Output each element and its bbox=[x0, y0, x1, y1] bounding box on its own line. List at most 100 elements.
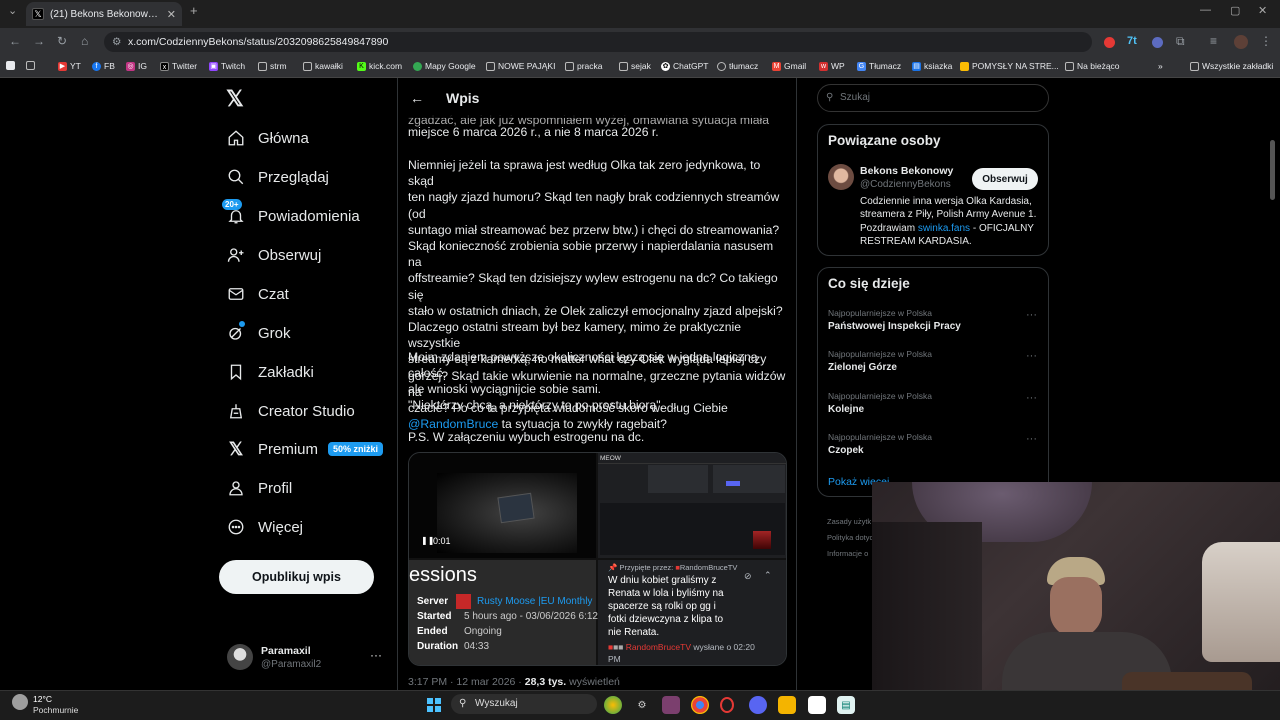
bookmark-gmail[interactable]: M Gmail bbox=[772, 61, 806, 71]
nav-home[interactable]: Główna bbox=[226, 123, 309, 153]
footer-info[interactable]: Informacje o bbox=[827, 546, 873, 562]
footer-links: Zasady użytk Polityka dotyc Informacje o bbox=[827, 514, 873, 562]
new-tab-icon[interactable]: + bbox=[190, 3, 198, 18]
bookmark-nowe-pajaki[interactable]: NOWE PAJĄKI bbox=[486, 61, 555, 71]
back-arrow-icon[interactable]: ← bbox=[410, 90, 424, 106]
url-field[interactable]: ⚙ x.com/CodziennyBekons/status/203209862… bbox=[104, 32, 1092, 52]
nav-home-label: Główna bbox=[258, 129, 309, 147]
opera-icon[interactable] bbox=[720, 697, 734, 713]
discord-screenshot[interactable]: MEOW bbox=[598, 453, 786, 558]
taskbar-search[interactable]: ⚲ Wyszukaj bbox=[451, 694, 597, 714]
bookmark-chatgpt[interactable]: ✿ ChatGPT bbox=[661, 61, 708, 71]
trend-more-icon[interactable]: ··· bbox=[1026, 433, 1037, 445]
bookmark-wp[interactable]: w WP bbox=[819, 61, 845, 71]
post-column: zgadzać, ale jak już wspomniałem wyżej, … bbox=[397, 78, 797, 690]
nav-more[interactable]: Więcej bbox=[226, 512, 303, 542]
bio-link[interactable]: swinka.fans bbox=[918, 223, 970, 234]
notepad-icon[interactable]: ▤ bbox=[837, 696, 855, 714]
chevron-up-icon[interactable]: ⌃ bbox=[764, 570, 772, 581]
reload-icon[interactable]: ↻ bbox=[57, 34, 67, 48]
bookmark-yt[interactable]: ▶ YT bbox=[58, 61, 81, 71]
minimize-icon[interactable]: — bbox=[1200, 4, 1211, 16]
trend-item[interactable]: Kolejne bbox=[828, 404, 864, 415]
profile-avatar-icon[interactable] bbox=[1234, 35, 1248, 49]
bookmark-maps[interactable]: Mapy Google bbox=[413, 61, 476, 71]
extensions-puzzle-icon[interactable]: ⧉ bbox=[1176, 34, 1185, 49]
nav-bookmarks[interactable]: Zakładki bbox=[226, 357, 314, 387]
trend-more-icon[interactable]: ··· bbox=[1026, 309, 1037, 321]
nav-grok[interactable]: Grok bbox=[226, 318, 291, 348]
video-player[interactable]: ❚❚ 0:01 bbox=[409, 453, 596, 558]
sessions-screenshot[interactable]: essions Server Rusty Moose |EU Monthly St… bbox=[409, 560, 598, 665]
more-dots-icon[interactable]: ··· bbox=[370, 648, 382, 662]
bookmark-tlumacz[interactable]: tłumacz bbox=[717, 61, 758, 71]
nav-premium[interactable]: 𝕏 Premium 50% zniżki bbox=[226, 434, 384, 464]
windows-start-icon[interactable] bbox=[425, 696, 443, 714]
bookmark-strm[interactable]: strm bbox=[258, 61, 287, 71]
all-bookmarks[interactable]: Wszystkie zakładki bbox=[1190, 61, 1273, 71]
bookmark-sejak[interactable]: sejak bbox=[619, 61, 651, 71]
trend-item[interactable]: Zielonej Górze bbox=[828, 362, 897, 373]
bookmark-ig[interactable]: ◎ IG bbox=[126, 61, 147, 71]
bookmark-pracka[interactable]: pracka bbox=[565, 61, 603, 71]
trend-more-icon[interactable]: ··· bbox=[1026, 392, 1037, 404]
extension-icon[interactable] bbox=[1152, 37, 1163, 48]
capcut-icon[interactable] bbox=[808, 696, 826, 714]
trend-item[interactable]: Państwowej Inspekcji Pracy bbox=[828, 321, 961, 332]
tab-list-icon[interactable]: ≡ bbox=[1210, 34, 1217, 48]
related-avatar[interactable] bbox=[828, 164, 854, 190]
browser-menu-icon[interactable]: ⋮ bbox=[1260, 34, 1272, 48]
weather-temp[interactable]: 12°C bbox=[33, 694, 52, 704]
bookmark-tlumacz-2[interactable]: G Tłumacz bbox=[857, 61, 901, 71]
bookmark-twitch[interactable]: ▣ Twitch bbox=[209, 61, 245, 71]
bookmarks-overflow-icon[interactable]: » bbox=[1158, 61, 1163, 71]
record-extension-icon[interactable] bbox=[1104, 37, 1115, 48]
related-name[interactable]: Bekons Bekonowy bbox=[860, 165, 953, 177]
x-logo-icon[interactable]: 𝕏 bbox=[226, 88, 248, 110]
photo-app-icon[interactable] bbox=[662, 696, 680, 714]
weather-cloud-icon[interactable] bbox=[12, 694, 28, 710]
bookmark-ksiazka[interactable]: ▤ ksiazka bbox=[912, 61, 952, 71]
bookmarks-grid-icon[interactable] bbox=[26, 61, 35, 70]
bookmark-kawalki[interactable]: kawałki bbox=[303, 61, 343, 71]
close-window-icon[interactable]: ✕ bbox=[1258, 4, 1267, 17]
file-explorer-icon[interactable] bbox=[778, 696, 796, 714]
settings-app-icon[interactable]: ⚙ bbox=[633, 696, 651, 714]
pinned-message-screenshot[interactable]: 📌 Przypięte przez: ■RandomBruceTV ⊘ ⌃ W … bbox=[598, 560, 786, 665]
account-switcher[interactable]: Paramaxil @Paramaxil2 ··· bbox=[219, 640, 384, 676]
post-button[interactable]: Opublikuj wpis bbox=[219, 560, 374, 594]
trend-item[interactable]: Czopek bbox=[828, 445, 864, 456]
home-icon[interactable]: ⌂ bbox=[81, 34, 88, 48]
hide-icon[interactable]: ⊘ bbox=[744, 571, 752, 582]
nav-profile[interactable]: Profil bbox=[226, 473, 292, 503]
tab-search-icon[interactable]: ⌄ bbox=[8, 4, 17, 17]
nav-chat[interactable]: Czat bbox=[226, 279, 289, 309]
footer-terms[interactable]: Zasady użytk bbox=[827, 514, 873, 530]
nav-follow[interactable]: Obserwuj bbox=[226, 240, 321, 270]
close-tab-icon[interactable]: ✕ bbox=[167, 8, 176, 21]
nav-notifications[interactable]: 20+ Powiadomienia bbox=[222, 199, 360, 231]
nav-creator-studio[interactable]: Creator Studio bbox=[226, 396, 355, 426]
footer-privacy[interactable]: Polityka dotyc bbox=[827, 530, 873, 546]
bookmark-na-biezaco[interactable]: Na bieżąco bbox=[1065, 61, 1120, 71]
bookmark-twitter[interactable]: x Twitter bbox=[160, 61, 197, 71]
bookmark-kick[interactable]: Kkick.com bbox=[357, 61, 402, 71]
search-input[interactable]: ⚲ Szukaj bbox=[817, 84, 1049, 112]
bookmarks-apps-icon[interactable] bbox=[6, 61, 15, 70]
back-icon[interactable]: ← bbox=[9, 34, 21, 48]
trend-category: Najpopularniejsze w Polska bbox=[828, 349, 932, 359]
trend-more-icon[interactable]: ··· bbox=[1026, 350, 1037, 362]
site-info-icon[interactable]: ⚙ bbox=[112, 32, 121, 52]
maximize-icon[interactable]: ▢ bbox=[1230, 4, 1240, 17]
nav-explore[interactable]: Przeglądaj bbox=[226, 162, 329, 192]
browser-tab[interactable]: 𝕏 (21) Bekons Bekonowy w serwi ✕ bbox=[26, 2, 182, 26]
follow-button[interactable]: Obserwuj bbox=[972, 168, 1038, 190]
bookmark-pomysly[interactable]: POMYSŁY NA STRE... bbox=[960, 61, 1059, 71]
app-icon[interactable] bbox=[604, 696, 622, 714]
chrome-icon[interactable] bbox=[691, 696, 709, 714]
forward-icon[interactable]: → bbox=[33, 34, 45, 48]
bookmark-fb[interactable]: f FB bbox=[92, 61, 115, 71]
discord-icon[interactable] bbox=[749, 696, 767, 714]
page-scrollbar[interactable] bbox=[1270, 140, 1275, 200]
translate-extension-icon[interactable]: 7t bbox=[1127, 35, 1137, 47]
